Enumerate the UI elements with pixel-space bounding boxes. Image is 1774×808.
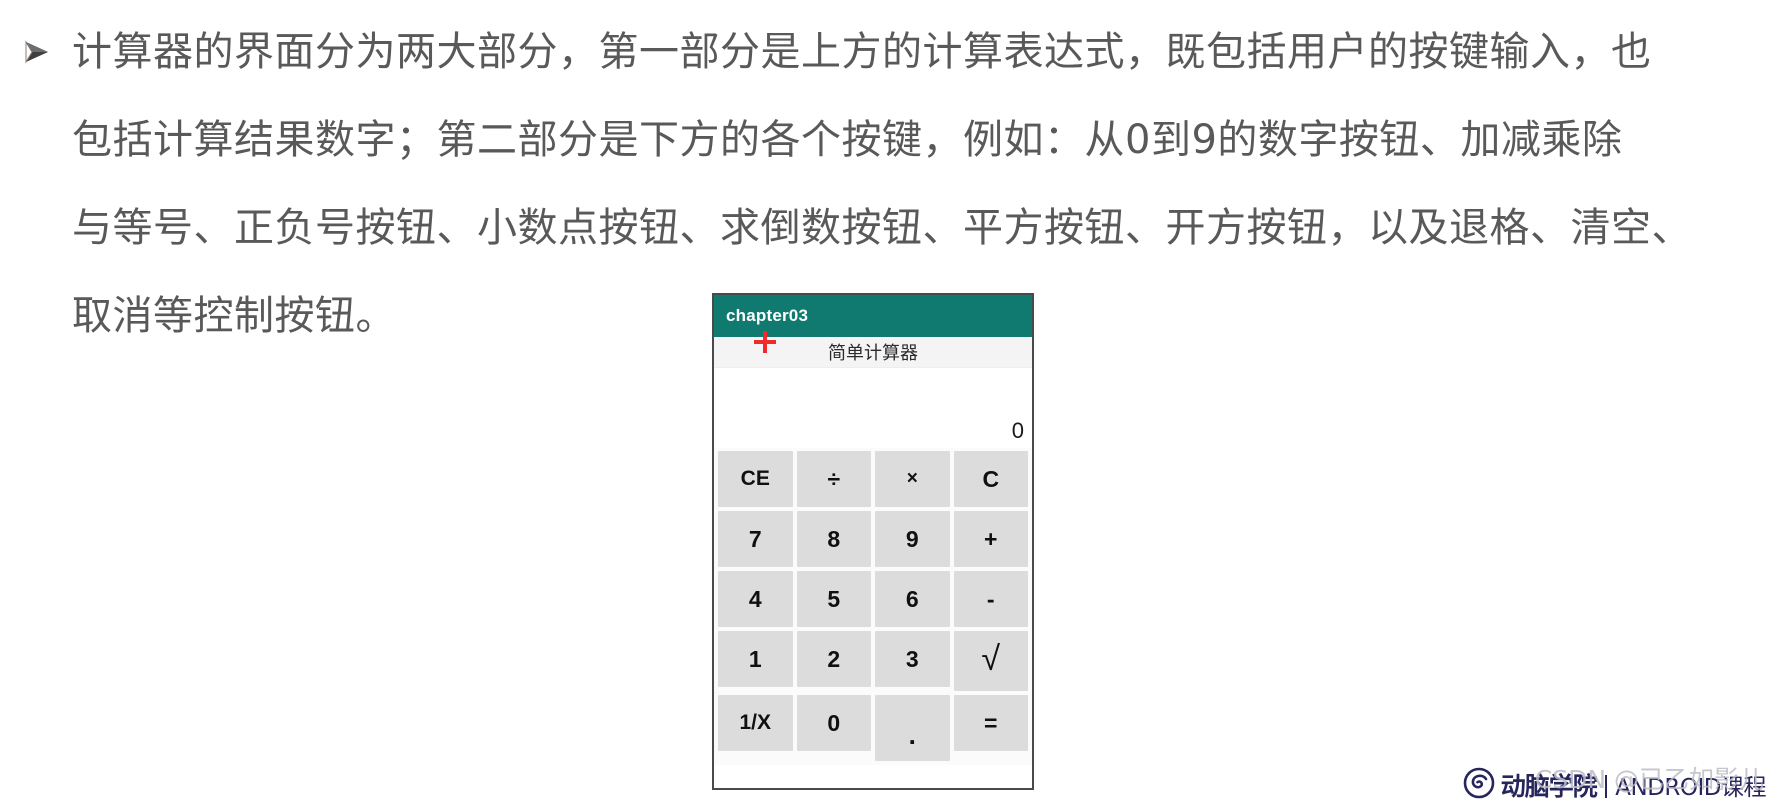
key-6[interactable]: 6: [875, 571, 950, 627]
footer-brand-logo: 动脑学院 | ANDROID课程: [1463, 767, 1766, 804]
key-5[interactable]: 5: [796, 571, 871, 627]
key-0[interactable]: 0: [796, 695, 871, 751]
key-multiply[interactable]: ×: [875, 451, 950, 507]
key-3[interactable]: 3: [875, 631, 950, 687]
text-line-content: 取消等控制按钮。: [72, 293, 396, 339]
calculator-display: 0: [714, 368, 1032, 448]
key-4[interactable]: 4: [718, 571, 793, 627]
key-7[interactable]: 7: [718, 511, 793, 567]
key-sqrt[interactable]: √: [953, 631, 1028, 691]
key-2[interactable]: 2: [796, 631, 871, 687]
key-9[interactable]: 9: [875, 511, 950, 567]
key-row: CE ÷ × C: [718, 451, 1028, 507]
text-line-content: 计算器的界面分为两大部分，第一部分是上方的计算表达式，既包括用户的按键输入，也: [72, 29, 1652, 75]
calculator-keypad: CE ÷ × C 7 8 9 + 4 5 6 - 1 2 3 √ 1/X 0 .…: [714, 448, 1032, 765]
key-1[interactable]: 1: [718, 631, 793, 687]
text-line: 与等号、正负号按钮、小数点按钮、求倒数按钮、平方按钮、开方按钮，以及退格、清空、: [18, 184, 1718, 272]
key-reciprocal[interactable]: 1/X: [718, 695, 793, 751]
logo-divider: |: [1602, 770, 1610, 799]
key-decimal-point[interactable]: .: [875, 695, 950, 761]
logo-course-name: ANDROID课程: [1615, 775, 1766, 801]
key-row: 1/X 0 . =: [718, 695, 1028, 761]
text-line: 计算器的界面分为两大部分，第一部分是上方的计算表达式，既包括用户的按键输入，也: [18, 8, 1718, 96]
app-action-bar: chapter03: [714, 295, 1032, 337]
app-subtitle-bar: 简单计算器: [714, 331, 1032, 368]
key-row: 4 5 6 -: [718, 571, 1028, 627]
app-title: chapter03: [726, 306, 809, 325]
key-plus[interactable]: +: [953, 511, 1028, 567]
text-line-content: 包括计算结果数字；第二部分是下方的各个按键，例如：从0到9的数字按钮、加减乘除: [72, 117, 1623, 163]
key-equals[interactable]: =: [953, 695, 1028, 751]
calculator-app-screenshot: chapter03 简单计算器 0 CE ÷ × C 7 8 9 + 4 5 6…: [712, 293, 1034, 790]
text-line: 包括计算结果数字；第二部分是下方的各个按键，例如：从0到9的数字按钮、加减乘除: [18, 96, 1718, 184]
key-clear[interactable]: C: [953, 451, 1028, 507]
logo-brand-name: 动脑学院: [1500, 772, 1598, 801]
key-8[interactable]: 8: [796, 511, 871, 567]
calculator-heading: 简单计算器: [828, 343, 918, 364]
key-minus[interactable]: -: [953, 571, 1028, 627]
text-line-content: 与等号、正负号按钮、小数点按钮、求倒数按钮、平方按钮、开方按钮，以及退格、清空、: [72, 205, 1692, 251]
display-result: 0: [1011, 418, 1024, 443]
key-clear-entry[interactable]: CE: [718, 451, 793, 507]
key-divide[interactable]: ÷: [796, 451, 871, 507]
spiral-brain-logo-icon: [1463, 767, 1495, 804]
arrowhead-bullet-icon: [18, 35, 72, 69]
key-row: 1 2 3 √: [718, 631, 1028, 691]
key-row: 7 8 9 +: [718, 511, 1028, 567]
